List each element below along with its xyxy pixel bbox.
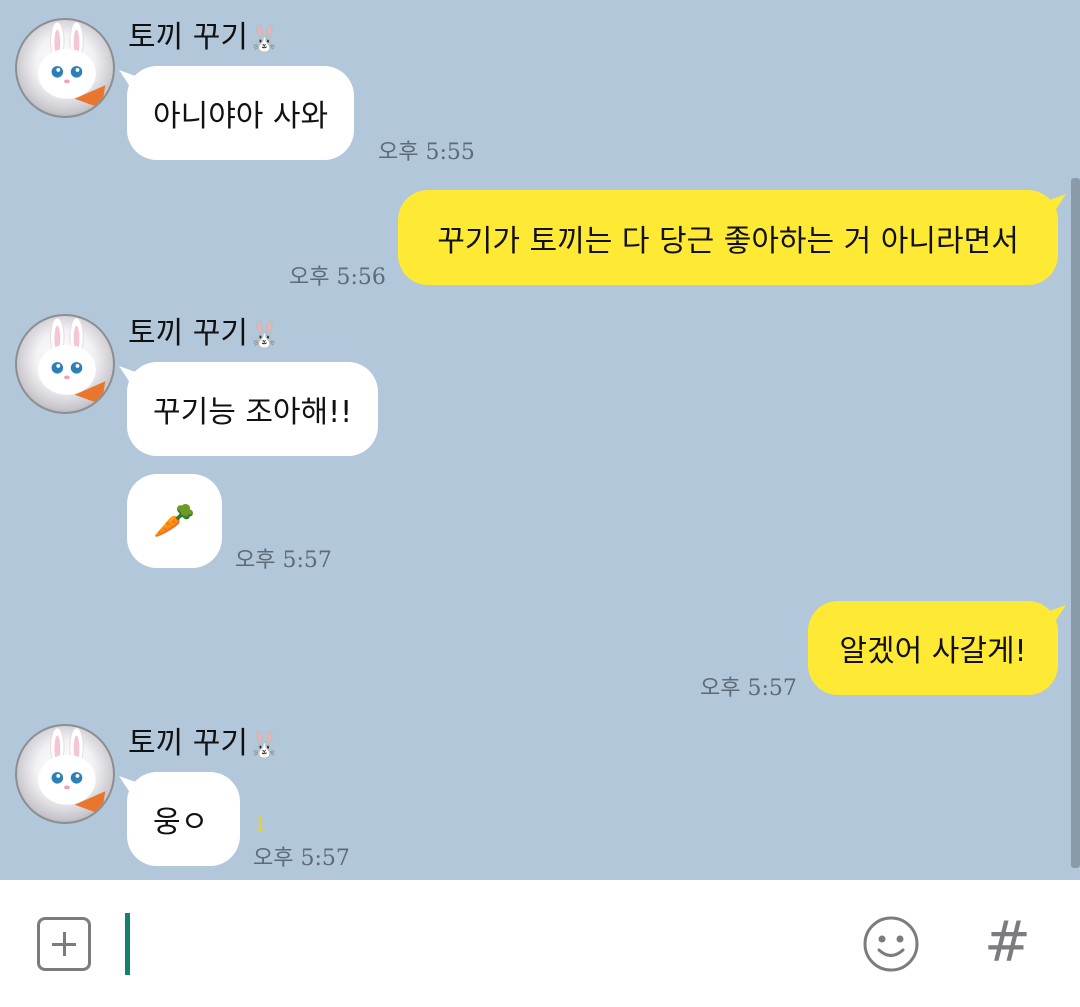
message-time: 오후 5:57 bbox=[253, 846, 350, 871]
chat-area[interactable]: 토끼 꾸기🐰 아니야아 사와 오후 5:55 꾸기가 토끼는 다 당근 좋아하는… bbox=[0, 0, 1080, 880]
hash-button[interactable]: # bbox=[984, 910, 1031, 976]
rabbit-icon: 🐰 bbox=[247, 730, 281, 760]
rabbit-avatar-icon bbox=[38, 317, 106, 405]
sender-name: 토끼 꾸기🐰 bbox=[128, 20, 280, 57]
message-text: 꾸기가 토끼는 다 당근 좋아하는 거 아니라면서 bbox=[437, 223, 1019, 259]
contact-avatar[interactable] bbox=[15, 314, 115, 414]
rabbit-icon: 🐰 bbox=[247, 320, 281, 350]
rabbit-icon: 🐰 bbox=[247, 24, 281, 54]
message-input[interactable] bbox=[140, 910, 840, 976]
message-text: 웅ㅇ bbox=[153, 805, 209, 840]
rabbit-avatar-icon bbox=[38, 21, 106, 109]
plus-square-icon[interactable] bbox=[37, 917, 91, 971]
message-bubble[interactable]: 아니야아 사와 bbox=[127, 66, 355, 160]
unread-count: 1 bbox=[254, 812, 267, 836]
message-text: 아니야아 사와 bbox=[153, 99, 329, 134]
message-time: 오후 5:56 bbox=[289, 265, 386, 290]
scrollbar[interactable] bbox=[1071, 178, 1080, 868]
message-text: 알겠어 사갈게! bbox=[839, 634, 1027, 669]
sender-name: 토끼 꾸기🐰 bbox=[128, 726, 280, 763]
sender-name-text: 토끼 꾸기 bbox=[128, 726, 248, 761]
contact-avatar[interactable] bbox=[15, 724, 115, 824]
message-bubble[interactable]: 웅ㅇ bbox=[127, 772, 240, 866]
contact-avatar[interactable] bbox=[15, 18, 115, 118]
message-time: 오후 5:55 bbox=[378, 140, 475, 165]
message-text: 꾸기능 조아해!! bbox=[153, 395, 353, 430]
sender-name: 토끼 꾸기🐰 bbox=[128, 316, 280, 353]
message-bubble[interactable]: 꾸기가 토끼는 다 당근 좋아하는 거 아니라면서 bbox=[398, 190, 1058, 285]
sender-name-text: 토끼 꾸기 bbox=[128, 316, 248, 351]
message-time: 오후 5:57 bbox=[235, 548, 332, 573]
message-bubble[interactable]: 알겠어 사갈게! bbox=[808, 601, 1058, 695]
rabbit-avatar-icon bbox=[38, 727, 106, 815]
message-bubble[interactable]: 꾸기능 조아해!! bbox=[127, 362, 379, 456]
message-input-bar: # bbox=[0, 880, 1080, 1007]
text-cursor bbox=[125, 913, 130, 975]
carrot-icon: 🥕 bbox=[153, 501, 196, 541]
message-bubble[interactable]: 🥕 bbox=[127, 474, 222, 568]
smiley-icon[interactable] bbox=[862, 915, 920, 973]
message-time: 오후 5:57 bbox=[700, 676, 797, 701]
sender-name-text: 토끼 꾸기 bbox=[128, 20, 248, 55]
